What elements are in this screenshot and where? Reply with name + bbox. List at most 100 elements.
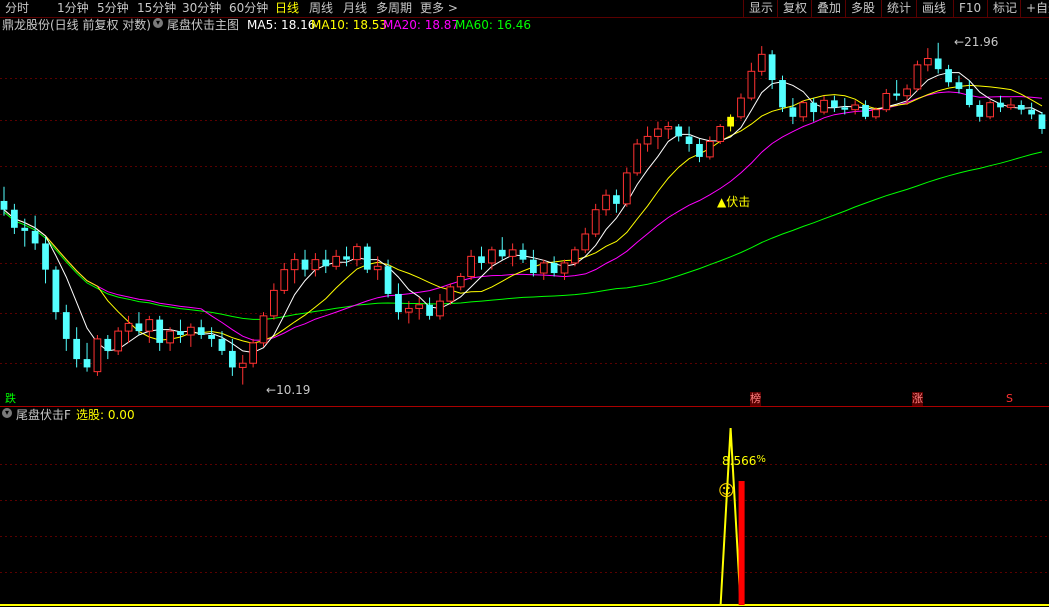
candle-body-7 bbox=[73, 338, 81, 360]
candle-body-89 bbox=[923, 58, 932, 66]
high-price-label: ←21.96 bbox=[954, 35, 999, 49]
candle-body-88 bbox=[913, 64, 922, 90]
candle-body-42 bbox=[436, 300, 444, 317]
candle-body-23 bbox=[238, 362, 247, 368]
candle-body-50 bbox=[519, 249, 527, 260]
candle-body-83 bbox=[862, 104, 869, 117]
candle-body-24 bbox=[249, 342, 257, 364]
candle-body-2 bbox=[21, 227, 29, 231]
candle-body-69 bbox=[716, 126, 725, 142]
candle-body-45 bbox=[467, 255, 475, 277]
candle-body-95 bbox=[986, 102, 994, 118]
low-arrow-icon: ← bbox=[266, 383, 277, 397]
candle-body-30 bbox=[311, 259, 320, 271]
candle-body-49 bbox=[508, 249, 517, 257]
tag-s: S bbox=[1006, 392, 1013, 405]
ma20-line bbox=[3, 91, 1043, 341]
candle-body-20 bbox=[208, 334, 215, 339]
candle-body-76 bbox=[789, 107, 797, 117]
peak-value-label: 8.566% bbox=[722, 454, 766, 468]
candle-body-34 bbox=[353, 246, 361, 261]
candle-body-37 bbox=[384, 266, 392, 294]
candle-body-48 bbox=[498, 249, 506, 257]
candle-body-82 bbox=[851, 104, 860, 111]
candle-body-90 bbox=[934, 58, 942, 70]
candle-body-19 bbox=[197, 327, 205, 335]
candle-body-35 bbox=[363, 246, 371, 270]
candle-body-81 bbox=[841, 107, 849, 110]
candle-body-73 bbox=[757, 53, 766, 72]
candle-body-68 bbox=[705, 140, 714, 158]
candle-body-11 bbox=[114, 330, 123, 352]
candle-body-25 bbox=[259, 315, 268, 344]
candle-body-99 bbox=[1028, 109, 1035, 115]
candle-body-41 bbox=[426, 304, 433, 316]
ma5-line bbox=[3, 72, 1043, 354]
candle-body-97 bbox=[1006, 104, 1015, 108]
candle-body-29 bbox=[301, 259, 309, 270]
candle-body-93 bbox=[965, 88, 973, 105]
tag-bang: 榜 bbox=[750, 392, 761, 406]
candle-body-4 bbox=[42, 243, 49, 270]
candle-body-54 bbox=[560, 262, 569, 274]
tag-zhang: 涨 bbox=[912, 392, 923, 406]
candle-body-28 bbox=[290, 259, 299, 271]
candle-body-71 bbox=[737, 97, 745, 118]
candle-body-92 bbox=[955, 82, 963, 89]
ambush-signal-label: ▲伏击 bbox=[717, 195, 751, 209]
candle-body-87 bbox=[903, 88, 911, 97]
candle-body-79 bbox=[820, 99, 828, 113]
candle-body-15 bbox=[156, 319, 164, 343]
candle-body-40 bbox=[415, 304, 424, 309]
candle-body-5 bbox=[52, 269, 60, 313]
candle-body-59 bbox=[613, 195, 620, 204]
candle-body-60 bbox=[622, 172, 631, 205]
candle-body-27 bbox=[280, 269, 289, 291]
candle-body-14 bbox=[145, 319, 154, 332]
candle-body-91 bbox=[945, 69, 952, 83]
candle-body-32 bbox=[332, 255, 341, 267]
low-price-label: ←10.19 bbox=[266, 383, 311, 397]
candle-body-62 bbox=[643, 135, 652, 145]
candle-body-43 bbox=[446, 286, 455, 302]
candle-body-84 bbox=[872, 109, 880, 118]
candle-body-38 bbox=[395, 293, 402, 313]
candle-body-6 bbox=[62, 312, 70, 339]
candle-body-18 bbox=[186, 326, 195, 336]
candle-body-85 bbox=[882, 92, 891, 111]
candle-body-44 bbox=[456, 275, 465, 288]
candle-body-55 bbox=[571, 249, 579, 264]
ma60-line bbox=[3, 151, 1043, 320]
candle-body-94 bbox=[976, 104, 984, 117]
candle-body-61 bbox=[633, 143, 642, 174]
smiley-icon: ☺ bbox=[718, 481, 735, 500]
candle-body-39 bbox=[404, 307, 413, 313]
kline-chart[interactable] bbox=[0, 0, 1049, 607]
candle-body-16 bbox=[166, 330, 174, 344]
candle-body-0 bbox=[0, 200, 8, 210]
candle-body-74 bbox=[768, 54, 776, 81]
candle-body-8 bbox=[83, 359, 91, 368]
candle-body-64 bbox=[664, 126, 673, 130]
candle-body-46 bbox=[478, 256, 485, 263]
tag-die: 跌 bbox=[5, 392, 16, 405]
candle-body-9 bbox=[93, 338, 102, 373]
candle-body-80 bbox=[831, 100, 838, 108]
candle-body-53 bbox=[550, 262, 558, 274]
candle-body-47 bbox=[487, 249, 496, 264]
candle-body-31 bbox=[322, 259, 330, 267]
candle-body-67 bbox=[696, 143, 703, 157]
candle-body-10 bbox=[104, 338, 112, 351]
candle-body-52 bbox=[539, 262, 548, 274]
candle-body-33 bbox=[343, 256, 350, 260]
candle-body-98 bbox=[1017, 104, 1025, 110]
candle-body-26 bbox=[270, 289, 278, 317]
candle-body-13 bbox=[135, 323, 143, 332]
candle-body-3 bbox=[31, 230, 39, 244]
candle-body-96 bbox=[997, 102, 1004, 108]
candle-body-58 bbox=[602, 194, 610, 211]
candle-body-65 bbox=[675, 126, 683, 137]
high-arrow-icon: ← bbox=[954, 35, 965, 49]
candle-body-56 bbox=[581, 233, 590, 251]
sub-indicator-name[interactable]: 尾盘伏击F bbox=[16, 408, 71, 423]
